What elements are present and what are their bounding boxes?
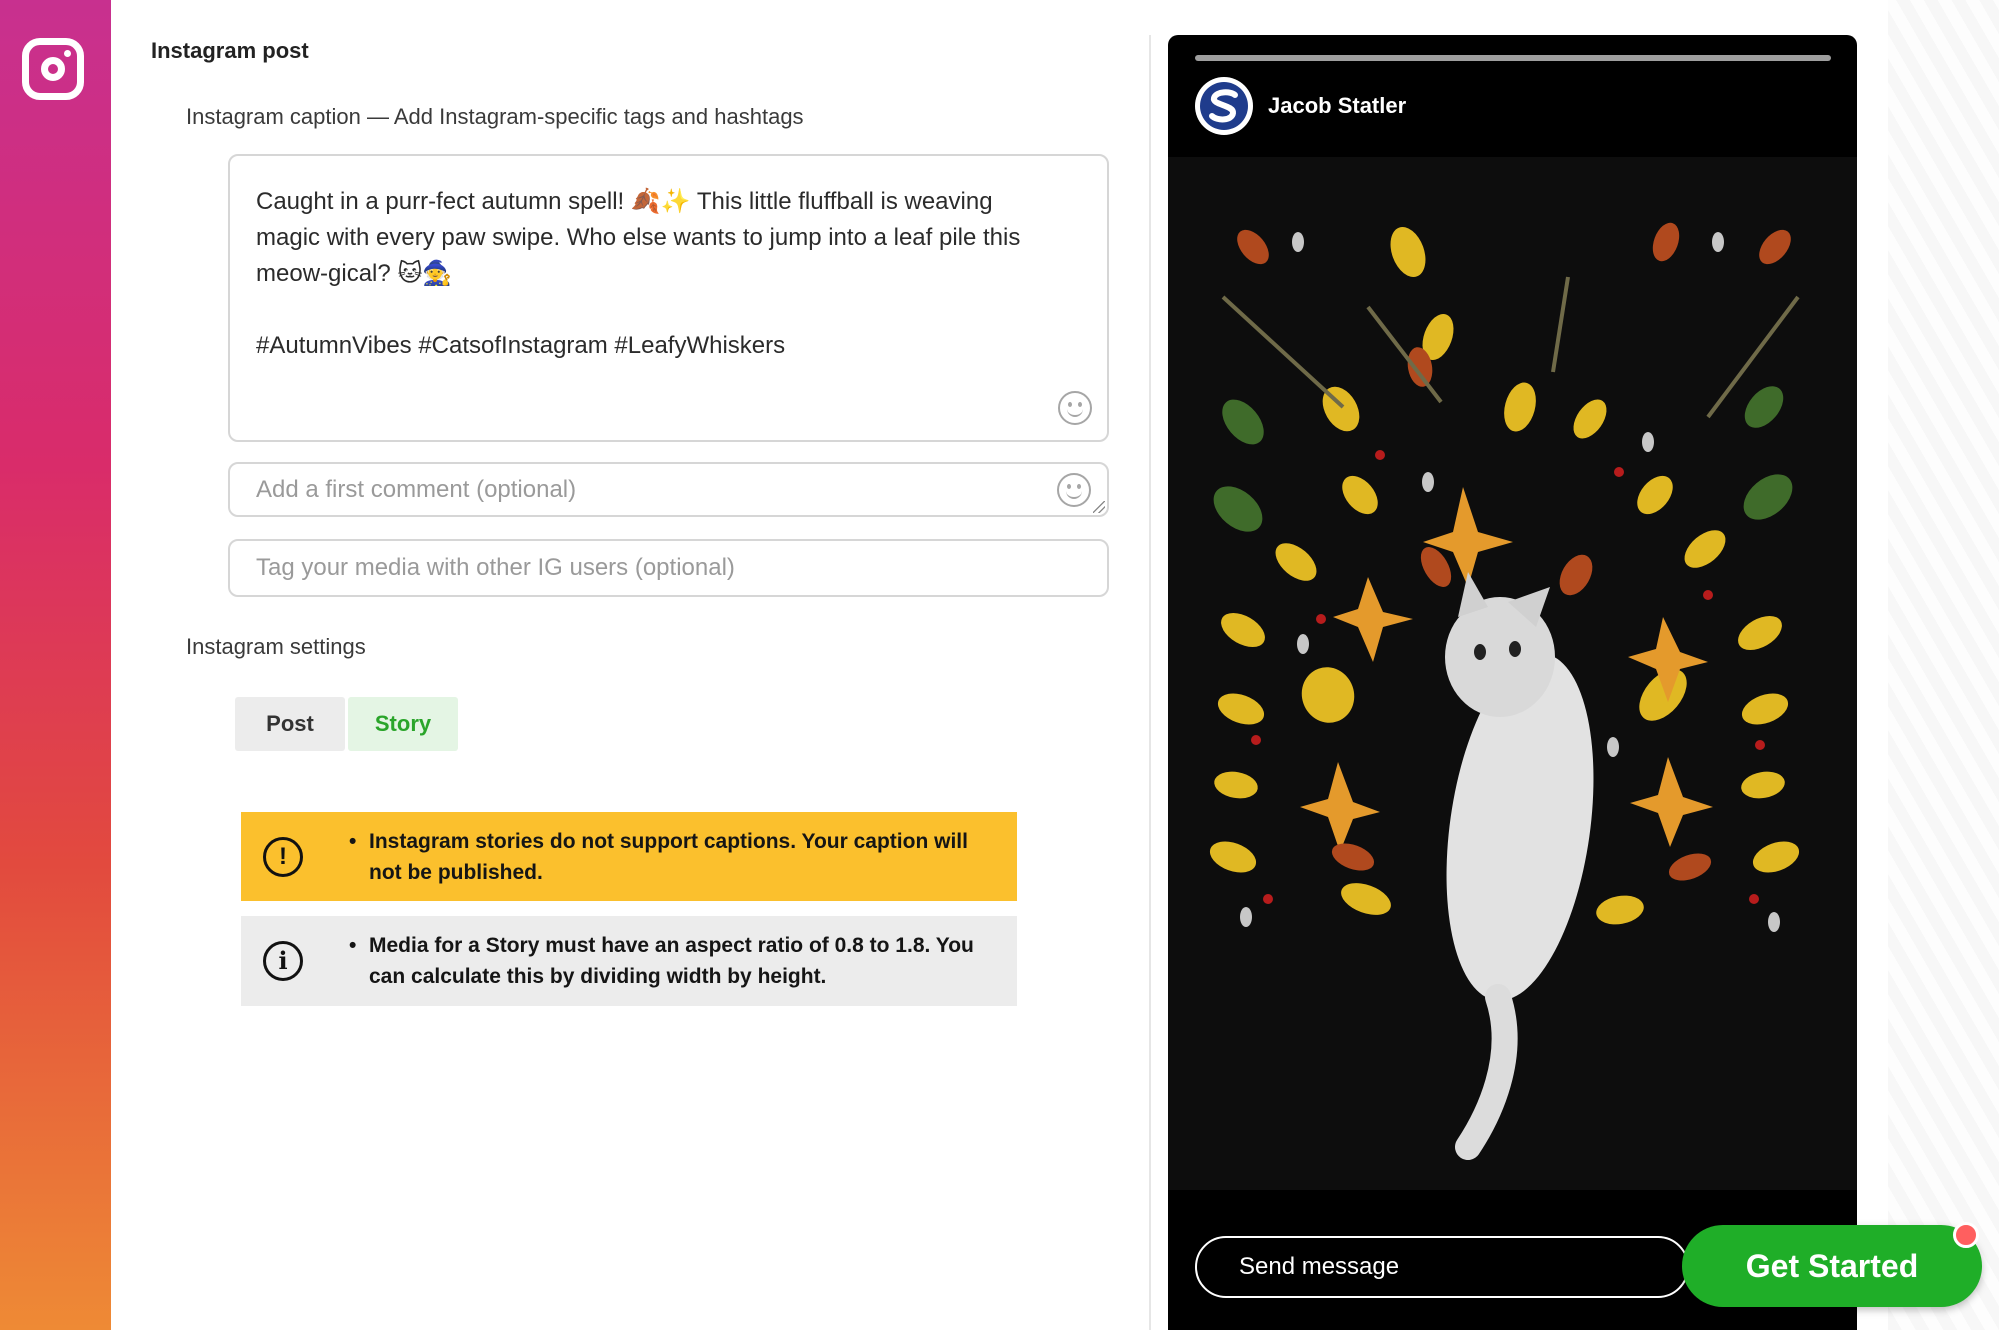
resize-handle-icon[interactable] <box>1093 501 1105 513</box>
info-alert: i • Media for a Story must have an aspec… <box>241 916 1017 1006</box>
exclamation-circle-icon: ! <box>263 836 303 877</box>
story-preview: Jacob Statler Send message <box>1168 35 1857 1330</box>
settings-label: Instagram settings <box>186 634 366 659</box>
instagram-sidebar <box>0 0 111 1330</box>
smiley-icon[interactable] <box>1058 391 1092 425</box>
avatar <box>1195 77 1253 135</box>
caption-textarea[interactable]: Caught in a purr-fect autumn spell! 🍂✨ T… <box>228 154 1109 442</box>
first-comment-placeholder: Add a first comment (optional) <box>256 475 577 503</box>
story-username: Jacob Statler <box>1268 93 1407 118</box>
decorative-pattern-background <box>1888 0 1999 1330</box>
get-started-button[interactable]: Get Started <box>1682 1225 1982 1307</box>
first-comment-field[interactable]: Add a first comment (optional) <box>228 462 1109 517</box>
smiley-icon[interactable] <box>1057 473 1091 507</box>
section-title: Instagram post <box>151 38 309 63</box>
post-type-post-button[interactable]: Post <box>235 697 345 751</box>
tag-users-placeholder: Tag your media with other IG users (opti… <box>256 554 735 581</box>
alert-bullet: • <box>349 934 357 957</box>
instagram-post-editor: Instagram post Instagram caption — Add I… <box>111 0 1149 1330</box>
notification-dot <box>1953 1222 1979 1248</box>
tag-users-field[interactable]: Tag your media with other IG users (opti… <box>228 539 1109 597</box>
info-alert-text: Media for a Story must have an aspect ra… <box>369 934 974 988</box>
post-type-story-button[interactable]: Story <box>348 697 458 751</box>
warning-alert: ! • Instagram stories do not support cap… <box>241 812 1017 901</box>
warning-alert-text: Instagram stories do not support caption… <box>369 829 968 884</box>
cat-on-autumn-leaves-image <box>1168 157 1857 1190</box>
caption-text[interactable]: Caught in a purr-fect autumn spell! 🍂✨ T… <box>256 184 1056 364</box>
caption-label: Instagram caption — Add Instagram-specif… <box>186 104 804 129</box>
column-divider <box>1149 35 1151 1330</box>
story-progress-bar <box>1195 55 1831 61</box>
info-circle-icon: i <box>263 941 303 981</box>
instagram-icon[interactable] <box>22 38 84 100</box>
alert-bullet: • <box>349 829 357 853</box>
send-message-input[interactable]: Send message <box>1195 1236 1689 1298</box>
